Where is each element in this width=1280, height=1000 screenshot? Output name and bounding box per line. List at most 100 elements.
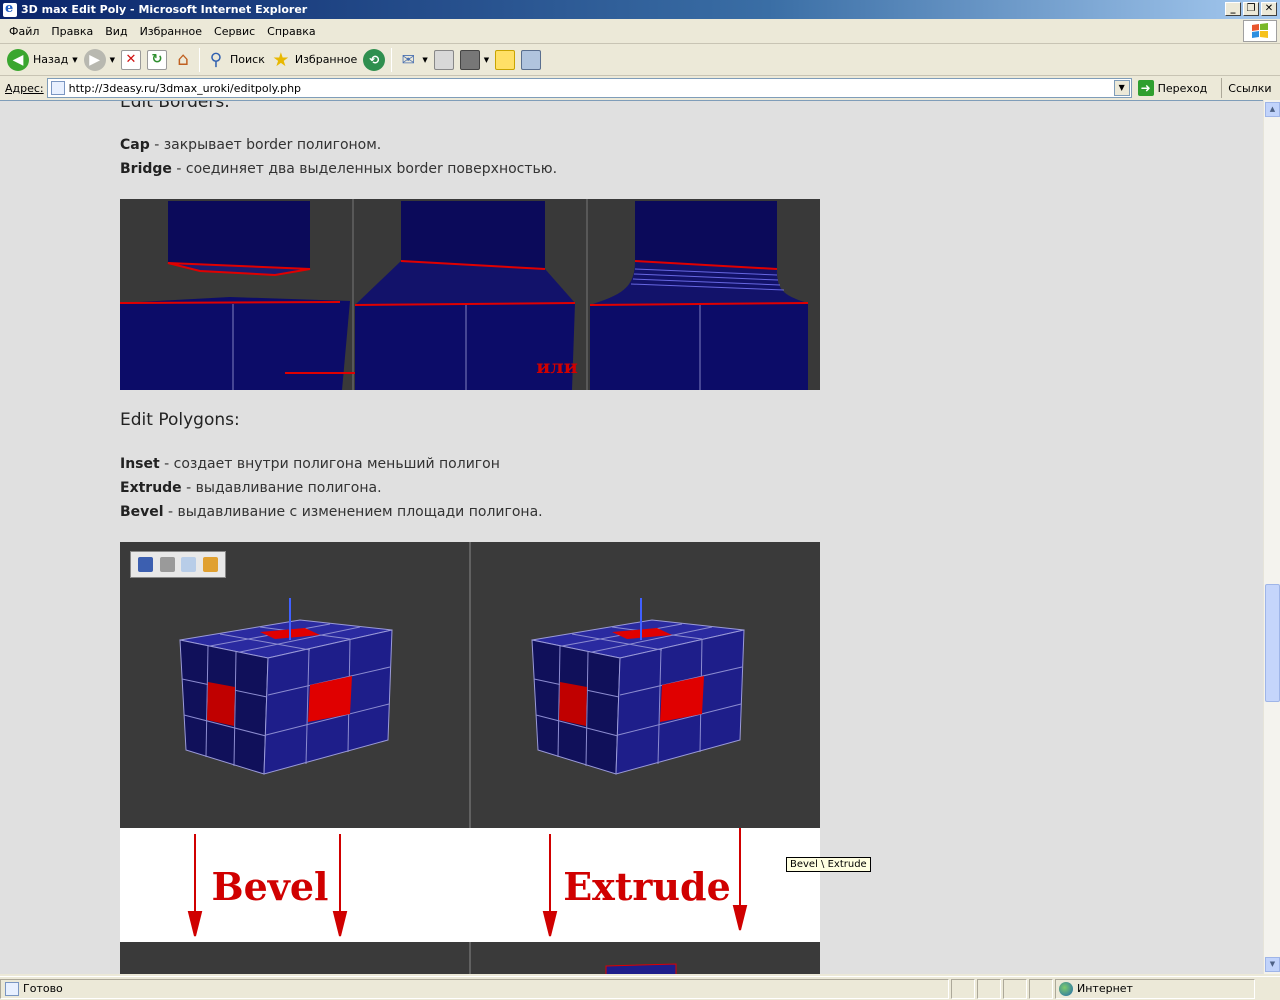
address-bar: Адрес: http://3deasy.ru/3dmax_uroki/edit…	[0, 77, 1280, 99]
zone-label: Интернет	[1077, 982, 1133, 995]
forward-button[interactable]: ▶ ▼	[81, 46, 118, 74]
history-button[interactable]: ⟲	[360, 46, 388, 74]
polygons-list: Inset - создает внутри полигона меньший …	[120, 452, 543, 524]
printer-icon[interactable]	[159, 557, 175, 572]
page-icon	[50, 81, 65, 95]
chevron-down-icon[interactable]: ▼	[72, 56, 77, 64]
print-button[interactable]	[431, 46, 457, 74]
mail-icon[interactable]	[181, 557, 197, 572]
extrude-label: Extrude	[563, 864, 731, 909]
maximize-button[interactable]: ❐	[1243, 2, 1259, 16]
favorites-button[interactable]: ★ Избранное	[268, 46, 360, 74]
save-icon[interactable]	[138, 557, 154, 572]
home-icon: ⌂	[177, 49, 189, 70]
term-desc: - выдавливание полигона.	[181, 480, 382, 496]
window-title: 3D max Edit Poly - Microsoft Internet Ex…	[21, 3, 308, 16]
standard-toolbar: ◀ Назад ▼ ▶ ▼ ✕ ↻ ⌂ ⚲ Поиск ★ Избранное …	[0, 44, 1280, 76]
refresh-button[interactable]: ↻	[144, 46, 170, 74]
term-desc: - создает внутри полигона меньший полиго…	[159, 456, 500, 472]
globe-icon	[1059, 981, 1073, 996]
status-text: Готово	[23, 982, 63, 995]
go-button[interactable]: ➜ Переход	[1137, 80, 1208, 96]
borders-illustration: или	[120, 199, 820, 390]
borders-image-label: или	[536, 356, 578, 378]
scroll-down-button[interactable]: ▼	[1265, 957, 1280, 972]
chevron-down-icon[interactable]: ▼	[422, 56, 427, 64]
search-icon: ⚲	[209, 49, 223, 70]
term-bevel: Bevel	[120, 504, 164, 520]
search-button[interactable]: ⚲ Поиск	[203, 46, 268, 74]
links-label: Ссылки	[1228, 81, 1272, 95]
stop-button[interactable]: ✕	[118, 46, 144, 74]
toolbar-separator	[199, 47, 200, 72]
go-arrow-icon: ➜	[1137, 80, 1154, 96]
borders-heading: Edit Borders:	[120, 100, 230, 112]
toolbar-separator	[391, 47, 393, 72]
page-viewport: Edit Borders: Cap - закрывает border пол…	[0, 100, 1263, 974]
borders-list: Cap - закрывает border полигоном. Bridge…	[120, 133, 557, 181]
polygons-illustration-drawing: Bevel Extrude	[120, 542, 820, 974]
status-cell	[977, 978, 1001, 999]
chevron-down-icon[interactable]: ▼	[484, 56, 489, 64]
status-cell	[1029, 978, 1053, 999]
term-inset: Inset	[120, 456, 160, 472]
minimize-button[interactable]: _	[1225, 2, 1241, 16]
scroll-thumb[interactable]	[1265, 584, 1280, 702]
list-item: Extrude - выдавливание полигона.	[120, 476, 543, 500]
forward-arrow-icon: ▶	[83, 48, 106, 71]
note-icon	[495, 49, 516, 70]
back-label: Назад	[33, 53, 69, 66]
status-text-area: Готово	[0, 978, 949, 999]
status-cell	[951, 978, 975, 999]
research-icon	[521, 49, 542, 70]
menu-edit[interactable]: Правка	[45, 25, 99, 38]
image-tooltip: Bevel \ Extrude	[786, 857, 871, 872]
list-item: Inset - создает внутри полигона меньший …	[120, 452, 543, 476]
chevron-down-icon[interactable]: ▼	[1113, 80, 1130, 96]
window-controls: _ ❐ ✕	[1225, 2, 1277, 16]
address-url[interactable]: http://3deasy.ru/3dmax_uroki/editpoly.ph…	[69, 82, 301, 95]
list-item: Bevel - выдавливание с изменением площад…	[120, 500, 543, 524]
menu-bar: Файл Правка Вид Избранное Сервис Справка	[0, 19, 1280, 44]
term-extrude: Extrude	[120, 480, 182, 496]
status-bar: Готово Интернет	[0, 976, 1280, 1000]
address-label: Адрес:	[5, 81, 44, 95]
menu-file[interactable]: Файл	[3, 25, 45, 38]
ie-logo-icon	[3, 1, 17, 17]
folder-icon[interactable]	[202, 557, 218, 572]
term-desc: - выдавливание с изменением площади поли…	[163, 504, 543, 520]
vertical-scrollbar[interactable]: ▲ ▼	[1263, 100, 1280, 974]
back-button[interactable]: ◀ Назад ▼	[4, 46, 81, 74]
term-desc: - закрывает border полигоном.	[149, 137, 382, 153]
bevel-label: Bevel	[212, 864, 329, 909]
edit-button[interactable]: ▼	[457, 46, 492, 74]
windows-flag-icon	[1243, 20, 1277, 42]
menu-view[interactable]: Вид	[99, 25, 133, 38]
refresh-icon: ↻	[147, 49, 167, 70]
mail-button[interactable]: ✉ ▼	[395, 46, 430, 74]
address-input[interactable]: http://3deasy.ru/3dmax_uroki/editpoly.ph…	[46, 78, 1132, 98]
links-button[interactable]: Ссылки	[1221, 78, 1272, 98]
research-button[interactable]	[518, 46, 544, 74]
menu-favorites[interactable]: Избранное	[134, 25, 208, 38]
list-item: Bridge - соединяет два выделенных border…	[120, 157, 557, 181]
back-arrow-icon: ◀	[7, 48, 29, 71]
polygons-illustration[interactable]: Bevel Extrude	[120, 542, 820, 974]
close-button[interactable]: ✕	[1261, 2, 1277, 16]
term-cap: Cap	[120, 137, 150, 153]
home-button[interactable]: ⌂	[170, 46, 196, 74]
borders-illustration-drawing: или	[120, 199, 820, 390]
list-item: Cap - закрывает border полигоном.	[120, 133, 557, 157]
discuss-button[interactable]	[492, 46, 518, 74]
star-icon: ★	[272, 48, 290, 71]
go-label: Переход	[1157, 81, 1208, 95]
image-toolbar	[130, 551, 226, 578]
polygons-heading: Edit Polygons:	[120, 410, 240, 430]
scroll-up-button[interactable]: ▲	[1265, 102, 1280, 117]
term-bridge: Bridge	[120, 161, 172, 177]
chevron-down-icon[interactable]: ▼	[110, 56, 115, 64]
menu-tools[interactable]: Сервис	[208, 25, 261, 38]
security-zone[interactable]: Интернет	[1055, 978, 1255, 999]
window-titlebar: 3D max Edit Poly - Microsoft Internet Ex…	[0, 0, 1280, 19]
menu-help[interactable]: Справка	[261, 25, 321, 38]
